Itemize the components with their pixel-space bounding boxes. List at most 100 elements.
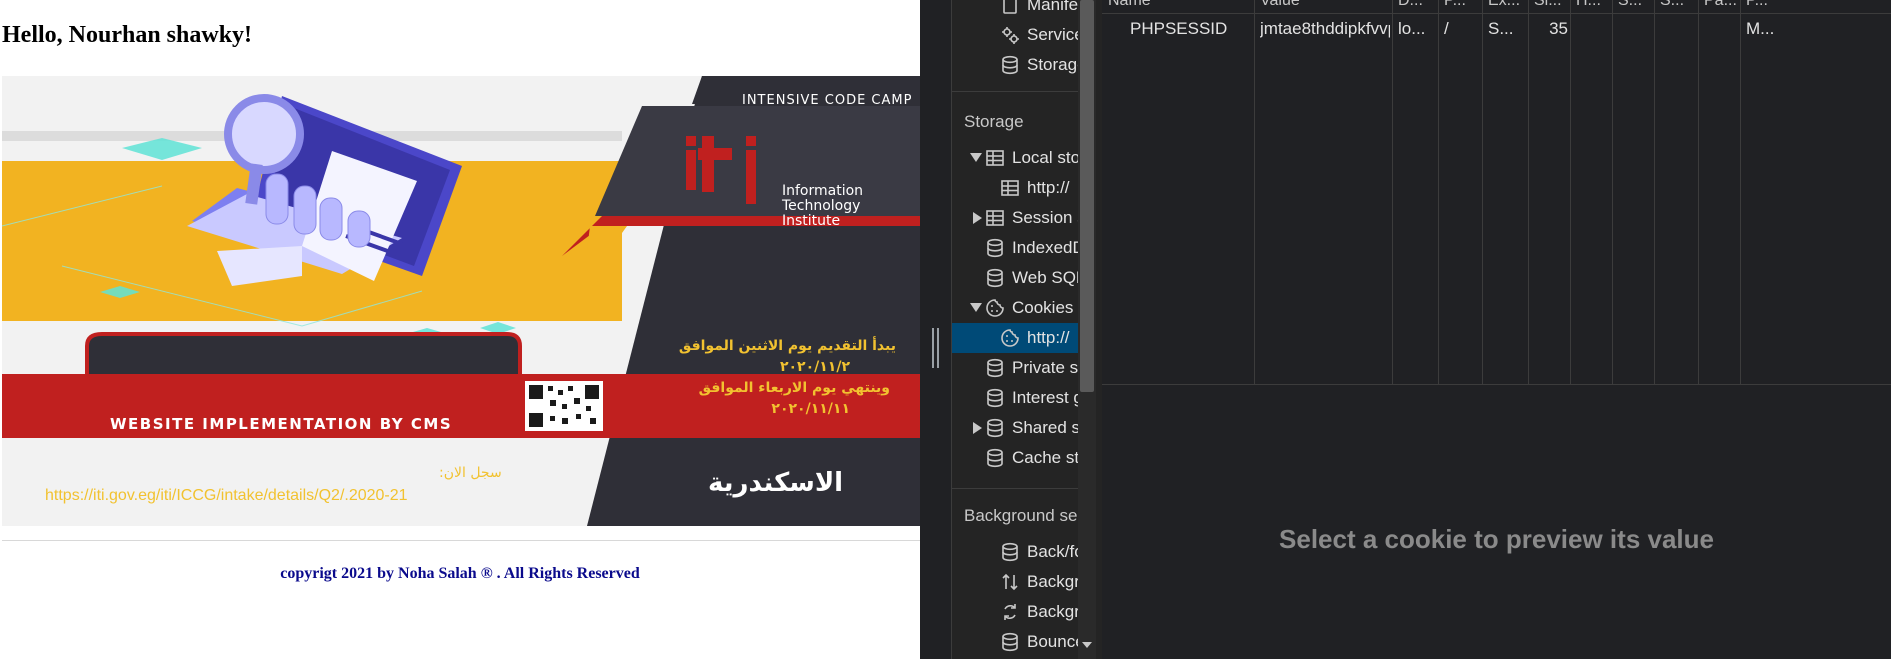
sidebar-item-bounce-tracking-mitigations[interactable]: Bounce tracking mitigations [952, 627, 1078, 657]
sidebar-item-local-storage[interactable]: Local storage [952, 143, 1078, 173]
sidebar-item-service-workers[interactable]: Service workers [952, 20, 1078, 50]
table-cell[interactable]: PHPSESSID [1130, 19, 1252, 39]
sidebar-item-http[interactable]: http:// [952, 173, 1078, 203]
sidebar-item-background-sync[interactable]: Background sync [952, 597, 1078, 627]
column-divider[interactable] [1482, 0, 1483, 385]
column-header[interactable]: P... [1746, 0, 1798, 10]
sidebar-item-label: http:// [1027, 328, 1070, 347]
chevron-down-icon[interactable] [970, 303, 982, 312]
gears-icon [1002, 27, 1019, 44]
sidebar-item-label: IndexedDB [1012, 238, 1078, 257]
iti-name-line-3: Institute [782, 213, 841, 229]
table-icon [986, 210, 1004, 226]
database-icon [1002, 542, 1018, 562]
column-header[interactable]: S... [1618, 0, 1652, 10]
register-label: سجل الان: [439, 465, 502, 481]
section-divider [952, 91, 1078, 92]
table-header-divider [1102, 13, 1891, 14]
camp-tag-text: INTENSIVE CODE CAMP [742, 93, 913, 108]
column-divider[interactable] [1612, 0, 1613, 385]
copyright-footer: copyrigt 2021 by Noha Salah ® . All Righ… [280, 565, 640, 582]
column-divider[interactable] [1570, 0, 1571, 385]
sidebar-item-private-state-tokens[interactable]: Private state tokens [952, 353, 1078, 383]
database-icon [987, 238, 1003, 258]
table-cell[interactable]: jmtae8thddipkfvvp943u... [1260, 19, 1390, 39]
column-header[interactable]: Name [1108, 0, 1252, 10]
sidebar-item-manifest[interactable]: Manifest [952, 0, 1078, 20]
database-icon [1002, 632, 1018, 652]
table-cell[interactable]: lo... [1398, 19, 1436, 39]
sidebar-item-label: Background sync [1027, 602, 1078, 621]
arabic-start-date: ٢٠٢٠/١١/٢ [779, 359, 850, 375]
course-title: WEBSITE IMPLEMENTATION BY CMS [110, 415, 453, 433]
column-header[interactable]: Pa... [1704, 0, 1738, 10]
sidebar-scrollbar[interactable] [1078, 0, 1096, 659]
sidebar-item-label: Background fetch [1027, 572, 1078, 591]
column-divider[interactable] [1654, 0, 1655, 385]
column-header[interactable]: Ex... [1488, 0, 1526, 10]
chevron-right-icon[interactable] [973, 212, 982, 224]
sidebar-item-cookies[interactable]: Cookies [952, 293, 1078, 323]
section-divider [952, 488, 1078, 489]
table-cell[interactable]: / [1444, 19, 1480, 39]
cookie-icon [1001, 329, 1019, 347]
cookie-table: Name PHPSESSID Value jmtae8thddipkfvvp943u.… [1102, 0, 1891, 385]
database-icon [987, 268, 1003, 288]
column-header[interactable]: D... [1398, 0, 1436, 10]
scroll-down-arrow-icon[interactable] [1082, 642, 1092, 648]
column-divider[interactable] [1438, 0, 1439, 385]
column-header[interactable]: Si... [1534, 0, 1568, 10]
sidebar-item-shared-storage[interactable]: Shared storage [952, 413, 1078, 443]
sidebar-item-session-storage[interactable]: Session storage [952, 203, 1078, 233]
sidebar-item-label: http:// [1027, 178, 1070, 197]
devtools-resize-splitter[interactable] [920, 0, 952, 659]
table-cell[interactable]: S... [1488, 19, 1526, 39]
arabic-start-text: يبدأ التقديم يوم الاثنين الموافق [678, 338, 896, 354]
sidebar-item-label: Back/forward cache [1027, 542, 1078, 561]
table-cell[interactable]: 35 [1534, 19, 1568, 39]
column-header[interactable]: H... [1576, 0, 1610, 10]
sidebar-item-http[interactable]: http:// [952, 323, 1078, 353]
sidebar-item-background-fetch[interactable]: Background fetch [952, 567, 1078, 597]
storage-section-heading: Storage [964, 112, 1024, 131]
iti-name-line-1: Information [782, 183, 864, 199]
register-url: https://iti.gov.eg/iti/ICCG/intake/detai… [45, 487, 408, 504]
cookie-pane: Name PHPSESSID Value jmtae8thddipkfvvp943u.… [1102, 0, 1891, 659]
table-cell[interactable]: M... [1746, 19, 1798, 39]
sidebar-item-storage[interactable]: Storage [952, 50, 1078, 80]
sidebar-item-label: Shared storage [1012, 418, 1078, 437]
database-icon [1002, 55, 1018, 75]
table-icon [1001, 180, 1019, 196]
database-icon [987, 358, 1003, 378]
arabic-end-date: ٢٠٢٠/١١/١١ [771, 401, 850, 417]
document-icon [1003, 0, 1017, 14]
greeting-heading: Hello, Nourhan shawky! [2, 22, 253, 48]
sidebar-item-indexeddb[interactable]: IndexedDB [952, 233, 1078, 263]
sidebar-item-cache-storage[interactable]: Cache storage [952, 443, 1078, 473]
column-divider[interactable] [1740, 0, 1741, 385]
column-divider[interactable] [1392, 0, 1393, 385]
sidebar-item-back-forward-cache[interactable]: Back/forward cache [952, 537, 1078, 567]
splitter-grip-icon[interactable] [932, 328, 940, 368]
sidebar-scroll-thumb[interactable] [1080, 0, 1094, 392]
sync-icon [1004, 604, 1016, 620]
database-icon [987, 418, 1003, 438]
arabic-end-text: وينتهي يوم الاربعاء الموافق [698, 380, 890, 396]
sidebar-item-label: Cache storage [1012, 448, 1078, 467]
sidebar-item-web-sql[interactable]: Web SQL [952, 263, 1078, 293]
sidebar-item-interest-groups[interactable]: Interest groups [952, 383, 1078, 413]
column-header[interactable]: Value [1260, 0, 1390, 10]
column-divider[interactable] [1528, 0, 1529, 385]
sidebar-item-label: Private state tokens [1012, 358, 1078, 377]
city-label: الاسكندرية [708, 468, 844, 498]
sidebar-item-label: Bounce tracking mitigations [1027, 632, 1078, 651]
column-divider[interactable] [1254, 0, 1255, 385]
cookie-icon [986, 299, 1004, 317]
column-header[interactable]: S... [1660, 0, 1696, 10]
course-banner-image: INTENSIVE CODE CAMP Information Technolo… [2, 76, 920, 526]
devtools-panel: Manifest Service workers Storage Storage Loc… [920, 0, 1891, 659]
chevron-down-icon[interactable] [970, 153, 982, 162]
chevron-right-icon[interactable] [973, 422, 982, 434]
column-header[interactable]: P... [1444, 0, 1480, 10]
column-divider[interactable] [1698, 0, 1699, 385]
